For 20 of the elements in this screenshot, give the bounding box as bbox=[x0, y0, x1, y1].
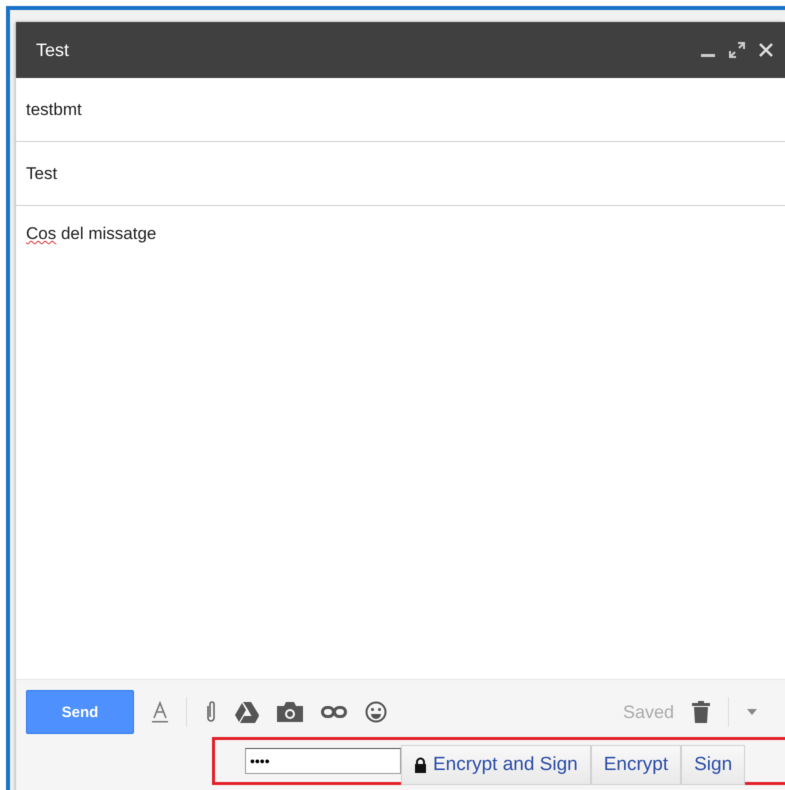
dropdown-caret-icon[interactable] bbox=[747, 709, 757, 715]
trash-icon[interactable] bbox=[692, 701, 710, 723]
smiley-icon[interactable] bbox=[365, 701, 387, 723]
recipients-field[interactable]: testbmt bbox=[26, 100, 82, 120]
link-icon[interactable] bbox=[321, 706, 347, 718]
window-title: Test bbox=[36, 40, 70, 60]
lock-icon bbox=[414, 757, 427, 773]
expand-icon[interactable] bbox=[729, 42, 745, 58]
drive-icon[interactable] bbox=[235, 702, 259, 722]
text-format-icon[interactable] bbox=[152, 701, 168, 723]
saved-status: Saved bbox=[622, 702, 674, 722]
close-icon[interactable] bbox=[759, 43, 773, 57]
paperclip-icon[interactable] bbox=[205, 700, 217, 724]
encrypt-option-button[interactable]: Sign bbox=[681, 745, 746, 785]
message-body[interactable]: Cos del missatge bbox=[26, 224, 156, 243]
camera-icon[interactable] bbox=[277, 702, 303, 722]
encrypt-option-button[interactable]: Encrypt bbox=[590, 745, 682, 785]
subject-field[interactable]: Test bbox=[26, 164, 58, 184]
password-field[interactable]: •••• bbox=[245, 748, 401, 774]
encrypt-option-button[interactable]: Encrypt and Sign bbox=[401, 745, 591, 785]
